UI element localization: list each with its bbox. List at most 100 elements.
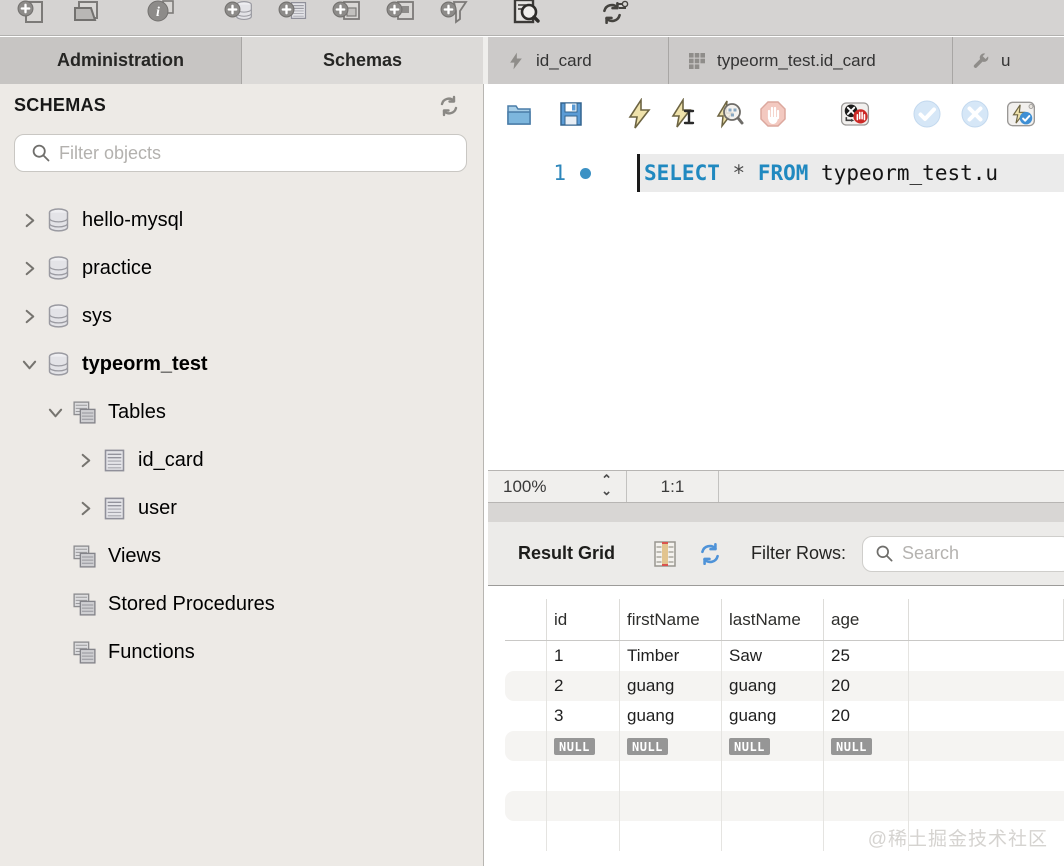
- execute-icon[interactable]: [624, 98, 654, 130]
- table-row[interactable]: 3 guang guang 20: [505, 701, 1064, 731]
- column-header-firstname[interactable]: firstName: [620, 599, 722, 640]
- create-procedure-icon[interactable]: [380, 0, 420, 32]
- sidebar-header: SCHEMAS: [0, 84, 483, 128]
- row-selector-header[interactable]: [505, 599, 547, 640]
- result-search-input[interactable]: [902, 543, 1064, 564]
- null-badge: NULL: [729, 738, 770, 755]
- main-toolbar: i: [0, 0, 1064, 36]
- execute-statement-icon[interactable]: [668, 98, 698, 130]
- result-grid-title: Result Grid: [518, 543, 615, 564]
- statement-marker-dot: [580, 168, 591, 179]
- row-selector[interactable]: [505, 731, 547, 761]
- filter-rows-label: Filter Rows:: [751, 543, 846, 564]
- zoom-control[interactable]: 100% ⌃⌄: [488, 471, 627, 502]
- lightning-icon: [506, 51, 526, 71]
- explain-plan-icon[interactable]: [714, 98, 744, 130]
- zoom-stepper-icon[interactable]: ⌃⌄: [601, 474, 612, 496]
- row-selector[interactable]: [505, 671, 547, 701]
- commit-icon[interactable]: [912, 98, 942, 130]
- text-caret: [637, 154, 640, 192]
- schema-node-typeorm-test[interactable]: typeorm_test: [0, 340, 483, 388]
- sql-editor-panel: 1 SELECT * FROM typeorm_test.u 100% ⌃⌄ 1…: [488, 84, 1064, 866]
- sql-statement[interactable]: SELECT * FROM typeorm_test.u: [644, 154, 998, 192]
- tab-administration[interactable]: Administration: [0, 37, 242, 84]
- table-row[interactable]: 1 Timber Saw 25: [505, 641, 1064, 671]
- sql-code-area[interactable]: 1 SELECT * FROM typeorm_test.u: [488, 148, 1064, 206]
- refresh-schemas-icon[interactable]: [437, 94, 461, 118]
- tree-node-tables[interactable]: Tables: [0, 388, 483, 436]
- row-selector[interactable]: [505, 641, 547, 671]
- stop-on-error-toggle-icon[interactable]: [840, 98, 878, 130]
- editor-tab-user[interactable]: u: [953, 37, 1064, 84]
- open-folder-icon[interactable]: [66, 0, 106, 32]
- column-header-lastname[interactable]: lastName: [722, 599, 824, 640]
- null-badge: NULL: [554, 738, 595, 755]
- chevron-down-icon[interactable]: [16, 357, 42, 372]
- new-document-icon[interactable]: [10, 0, 50, 32]
- create-function-icon[interactable]: [434, 0, 474, 32]
- cursor-position: 1:1: [627, 471, 719, 502]
- editor-tab-label: id_card: [536, 51, 592, 71]
- editor-tab-label: u: [1001, 51, 1010, 71]
- create-table-icon[interactable]: [272, 0, 312, 32]
- chevron-right-icon[interactable]: [72, 501, 98, 516]
- editor-tab-bar: id_card typeorm_test.id_card u: [488, 37, 1064, 84]
- info-document-icon[interactable]: i: [140, 0, 180, 32]
- line-number: 1: [553, 161, 566, 185]
- stop-icon[interactable]: [758, 98, 788, 130]
- tab-administration-label: Administration: [57, 50, 184, 71]
- procedures-folder-icon: [68, 591, 100, 618]
- chevron-right-icon[interactable]: [16, 261, 42, 276]
- search-document-icon[interactable]: [505, 0, 545, 32]
- grid-column-icon[interactable]: [653, 540, 677, 568]
- create-view-icon[interactable]: [326, 0, 366, 32]
- tab-schemas-label: Schemas: [323, 50, 402, 71]
- column-header-id[interactable]: id: [547, 599, 620, 640]
- filter-objects-input[interactable]: [59, 143, 456, 164]
- tab-row: Administration Schemas id_card typeorm_t…: [0, 37, 1064, 84]
- table-node-user[interactable]: user: [0, 484, 483, 532]
- schema-node-practice[interactable]: practice: [0, 244, 483, 292]
- chevron-right-icon[interactable]: [16, 309, 42, 324]
- tab-schemas[interactable]: Schemas: [242, 37, 483, 84]
- save-icon[interactable]: [556, 98, 586, 130]
- null-badge: NULL: [831, 738, 872, 755]
- schema-node-sys[interactable]: sys: [0, 292, 483, 340]
- create-schema-icon[interactable]: [218, 0, 258, 32]
- chevron-down-icon[interactable]: [42, 405, 68, 420]
- schema-node-hello-mysql[interactable]: hello-mysql: [0, 196, 483, 244]
- search-icon: [875, 544, 894, 563]
- sql-keyword-from: FROM: [745, 161, 821, 185]
- database-icon: [42, 255, 74, 282]
- chevron-right-icon[interactable]: [16, 213, 42, 228]
- search-icon: [31, 143, 51, 163]
- refresh-results-icon[interactable]: [697, 541, 723, 567]
- open-file-icon[interactable]: [504, 98, 534, 130]
- chevron-right-icon[interactable]: [72, 453, 98, 468]
- table-node-id-card[interactable]: id_card: [0, 436, 483, 484]
- table-row[interactable]: 2 guang guang 20: [505, 671, 1064, 701]
- editor-tab-id-card[interactable]: id_card: [488, 37, 669, 84]
- tree-node-stored-procedures[interactable]: Stored Procedures: [0, 580, 483, 628]
- column-header-age[interactable]: age: [824, 599, 909, 640]
- editor-status-bar: 100% ⌃⌄ 1:1: [488, 470, 1064, 503]
- rollback-icon[interactable]: [960, 98, 990, 130]
- tree-node-functions[interactable]: Functions: [0, 628, 483, 676]
- filter-objects-box: [14, 134, 467, 172]
- wrench-icon: [971, 51, 991, 71]
- editor-tab-typeorm-test-id-card[interactable]: typeorm_test.id_card: [669, 37, 953, 84]
- result-grid-toolbar: Result Grid Filter Rows:: [488, 522, 1064, 586]
- tables-folder-icon: [68, 399, 100, 426]
- result-grid-header: id firstName lastName age: [505, 599, 1064, 641]
- table-row-new[interactable]: NULL NULL NULL NULL: [505, 731, 1064, 761]
- line-number-gutter: 1: [488, 154, 633, 192]
- row-selector[interactable]: [505, 701, 547, 731]
- editor-empty-space[interactable]: [488, 206, 1064, 470]
- autocommit-toggle-icon[interactable]: [1006, 98, 1042, 130]
- tools-refresh-icon[interactable]: [592, 0, 632, 32]
- views-folder-icon: [68, 543, 100, 570]
- horizontal-splitter[interactable]: [488, 503, 1064, 522]
- zoom-value: 100%: [503, 477, 546, 497]
- database-icon: [42, 351, 74, 378]
- tree-node-views[interactable]: Views: [0, 532, 483, 580]
